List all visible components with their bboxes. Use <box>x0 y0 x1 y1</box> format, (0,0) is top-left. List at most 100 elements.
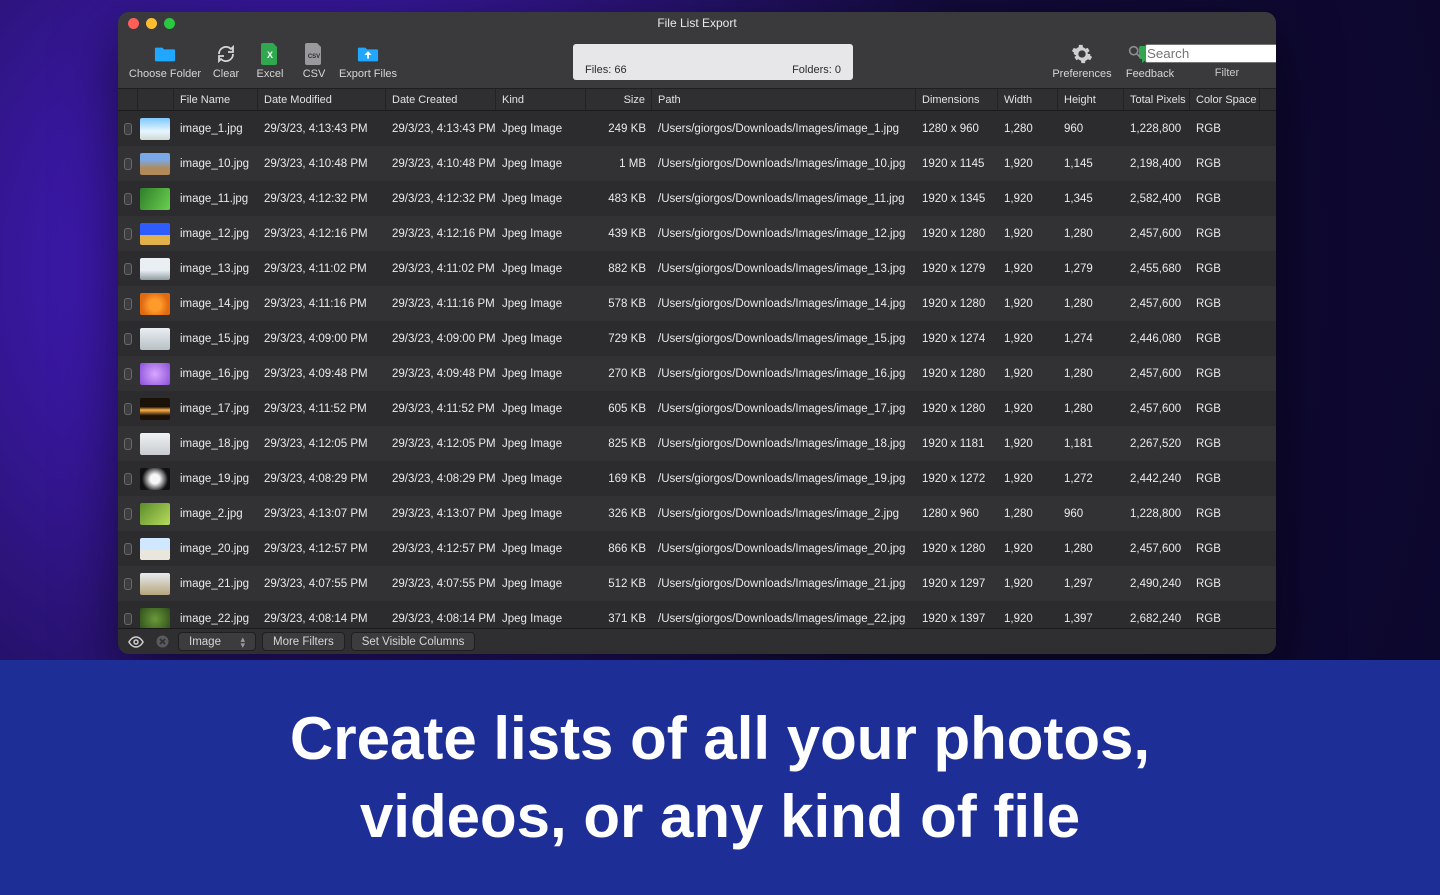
col-height[interactable]: Height <box>1058 89 1124 110</box>
row-checkbox[interactable] <box>124 613 132 625</box>
cell-kind: Jpeg Image <box>496 496 586 531</box>
cell-dimensions: 1920 x 1279 <box>916 251 998 286</box>
table-row[interactable]: image_17.jpg29/3/23, 4:11:52 PM29/3/23, … <box>118 391 1276 426</box>
col-checkbox[interactable] <box>118 89 138 110</box>
table-row[interactable]: image_19.jpg29/3/23, 4:08:29 PM29/3/23, … <box>118 461 1276 496</box>
table-row[interactable]: image_13.jpg29/3/23, 4:11:02 PM29/3/23, … <box>118 251 1276 286</box>
table-row[interactable]: image_16.jpg29/3/23, 4:09:48 PM29/3/23, … <box>118 356 1276 391</box>
row-checkbox[interactable] <box>124 333 132 345</box>
choose-folder-button[interactable]: Choose Folder <box>126 35 204 87</box>
fullscreen-window-button[interactable] <box>164 18 175 29</box>
cell-kind: Jpeg Image <box>496 566 586 601</box>
col-size[interactable]: Size <box>586 89 652 110</box>
visibility-toggle-button[interactable] <box>126 632 146 651</box>
clear-button[interactable]: Clear <box>204 35 248 87</box>
cell-path: /Users/giorgos/Downloads/Images/image_11… <box>652 181 916 216</box>
preferences-button[interactable]: Preferences <box>1050 35 1114 87</box>
cell-height: 1,297 <box>1058 566 1124 601</box>
cell-date-modified: 29/3/23, 4:09:48 PM <box>258 356 386 391</box>
set-visible-columns-button[interactable]: Set Visible Columns <box>351 632 476 651</box>
table-row[interactable]: image_12.jpg29/3/23, 4:12:16 PM29/3/23, … <box>118 216 1276 251</box>
thumbnail <box>140 503 170 525</box>
row-checkbox[interactable] <box>124 298 132 310</box>
row-checkbox[interactable] <box>124 543 132 555</box>
table-row[interactable]: image_1.jpg29/3/23, 4:13:43 PM29/3/23, 4… <box>118 111 1276 146</box>
row-checkbox[interactable] <box>124 368 132 380</box>
search-input[interactable] <box>1145 44 1276 63</box>
minimize-window-button[interactable] <box>146 18 157 29</box>
clear-filter-button[interactable] <box>152 632 172 651</box>
table-row[interactable]: image_2.jpg29/3/23, 4:13:07 PM29/3/23, 4… <box>118 496 1276 531</box>
table-row[interactable]: image_20.jpg29/3/23, 4:12:57 PM29/3/23, … <box>118 531 1276 566</box>
cell-width: 1,280 <box>998 111 1058 146</box>
table-row[interactable]: image_11.jpg29/3/23, 4:12:32 PM29/3/23, … <box>118 181 1276 216</box>
table-row[interactable]: image_21.jpg29/3/23, 4:07:55 PM29/3/23, … <box>118 566 1276 601</box>
cell-kind: Jpeg Image <box>496 531 586 566</box>
cell-dimensions: 1920 x 1397 <box>916 601 998 628</box>
col-thumb[interactable] <box>138 89 174 110</box>
cell-date-modified: 29/3/23, 4:12:05 PM <box>258 426 386 461</box>
cell-file-name: image_1.jpg <box>174 111 258 146</box>
row-checkbox[interactable] <box>124 473 132 485</box>
cell-size: 578 KB <box>586 286 652 321</box>
row-checkbox[interactable] <box>124 263 132 275</box>
cell-file-name: image_10.jpg <box>174 146 258 181</box>
cell-date-modified: 29/3/23, 4:11:02 PM <box>258 251 386 286</box>
cell-file-name: image_19.jpg <box>174 461 258 496</box>
col-color-space[interactable]: Color Space <box>1190 89 1260 110</box>
row-checkbox[interactable] <box>124 578 132 590</box>
cell-date-modified: 29/3/23, 4:08:29 PM <box>258 461 386 496</box>
cell-path: /Users/giorgos/Downloads/Images/image_14… <box>652 286 916 321</box>
set-visible-columns-label: Set Visible Columns <box>362 636 465 648</box>
thumbnail <box>140 258 170 280</box>
promo-caption: Create lists of all your photos, videos,… <box>0 660 1440 895</box>
col-date-modified[interactable]: Date Modified <box>258 89 386 110</box>
kind-filter-value: Image <box>189 636 221 648</box>
row-checkbox[interactable] <box>124 158 132 170</box>
cell-size: 483 KB <box>586 181 652 216</box>
row-checkbox[interactable] <box>124 403 132 415</box>
export-files-button[interactable]: Export Files <box>336 35 400 87</box>
table-row[interactable]: image_14.jpg29/3/23, 4:11:16 PM29/3/23, … <box>118 286 1276 321</box>
thumbnail <box>140 223 170 245</box>
row-checkbox[interactable] <box>124 123 132 135</box>
kind-filter-select[interactable]: Image ▴▾ <box>178 632 256 651</box>
cell-path: /Users/giorgos/Downloads/Images/image_18… <box>652 426 916 461</box>
col-file-name[interactable]: File Name <box>174 89 258 110</box>
cell-size: 729 KB <box>586 321 652 356</box>
cell-file-name: image_12.jpg <box>174 216 258 251</box>
col-width[interactable]: Width <box>998 89 1058 110</box>
table-row[interactable]: image_10.jpg29/3/23, 4:10:48 PM29/3/23, … <box>118 146 1276 181</box>
cell-dimensions: 1920 x 1280 <box>916 356 998 391</box>
thumbnail <box>140 293 170 315</box>
col-kind[interactable]: Kind <box>496 89 586 110</box>
cell-date-created: 29/3/23, 4:13:07 PM <box>386 496 496 531</box>
caption-line-2: videos, or any kind of file <box>360 778 1080 856</box>
more-filters-button[interactable]: More Filters <box>262 632 345 651</box>
thumbnail <box>140 468 170 490</box>
row-checkbox[interactable] <box>124 438 132 450</box>
cell-path: /Users/giorgos/Downloads/Images/image_15… <box>652 321 916 356</box>
row-checkbox[interactable] <box>124 193 132 205</box>
table-body[interactable]: image_1.jpg29/3/23, 4:13:43 PM29/3/23, 4… <box>118 111 1276 628</box>
col-dimensions[interactable]: Dimensions <box>916 89 998 110</box>
cell-total-pixels: 2,446,080 <box>1124 321 1190 356</box>
cell-width: 1,920 <box>998 146 1058 181</box>
table-row[interactable]: image_15.jpg29/3/23, 4:09:00 PM29/3/23, … <box>118 321 1276 356</box>
col-path[interactable]: Path <box>652 89 916 110</box>
cell-file-name: image_11.jpg <box>174 181 258 216</box>
table-row[interactable]: image_22.jpg29/3/23, 4:08:14 PM29/3/23, … <box>118 601 1276 628</box>
col-date-created[interactable]: Date Created <box>386 89 496 110</box>
cell-kind: Jpeg Image <box>496 391 586 426</box>
close-window-button[interactable] <box>128 18 139 29</box>
col-total-pixels[interactable]: Total Pixels <box>1124 89 1190 110</box>
cell-width: 1,920 <box>998 321 1058 356</box>
table-row[interactable]: image_18.jpg29/3/23, 4:12:05 PM29/3/23, … <box>118 426 1276 461</box>
footer-bar: Image ▴▾ More Filters Set Visible Column… <box>118 628 1276 654</box>
csv-button[interactable]: CSV CSV <box>292 35 336 87</box>
cell-path: /Users/giorgos/Downloads/Images/image_21… <box>652 566 916 601</box>
row-checkbox[interactable] <box>124 228 132 240</box>
cell-path: /Users/giorgos/Downloads/Images/image_12… <box>652 216 916 251</box>
row-checkbox[interactable] <box>124 508 132 520</box>
excel-button[interactable]: X Excel <box>248 35 292 87</box>
